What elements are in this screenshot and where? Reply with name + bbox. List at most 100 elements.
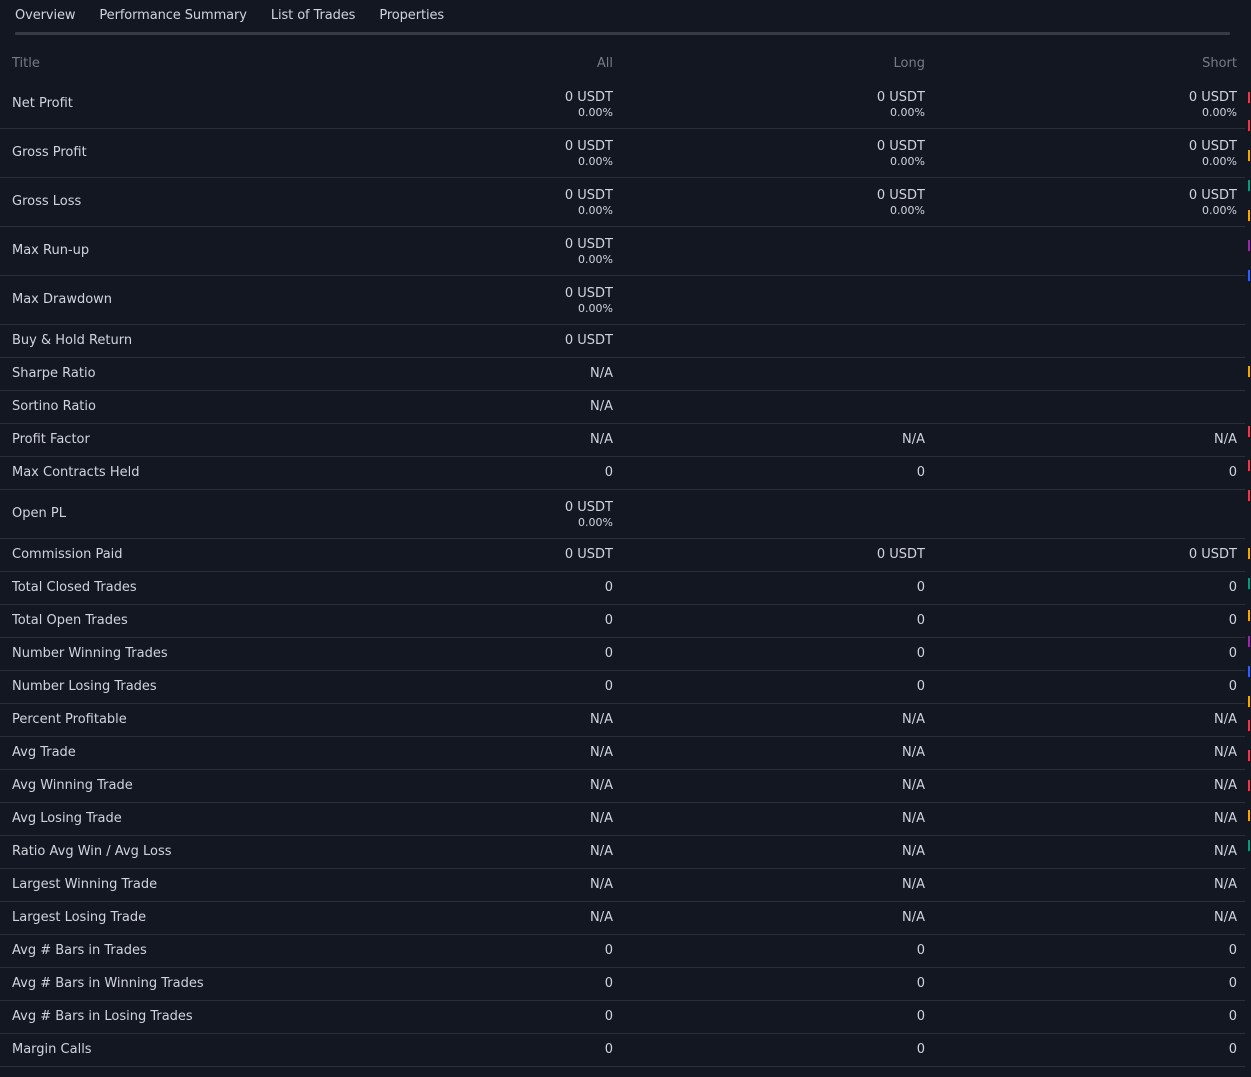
cell-all-value: 0 USDT [564, 236, 613, 252]
cell-long: 0 USDT 0.00% [725, 129, 925, 177]
row-title: Avg # Bars in Losing Trades [12, 1001, 412, 1033]
row-title: Total Closed Trades [12, 572, 412, 604]
cell-all: 0 USDT 0.00% [413, 490, 613, 538]
cell-short-value: 0 USDT [1188, 138, 1237, 154]
cell-all: N/A [413, 902, 613, 934]
cell-short-value: 0 USDT [1188, 89, 1237, 105]
header-all-label: All [596, 56, 613, 71]
cell-short [1037, 227, 1237, 275]
cell-short-value: 0 USDT [1188, 187, 1237, 203]
tab-list-of-trades[interactable]: List of Trades [271, 8, 356, 23]
table-row: Gross Loss 0 USDT 0.00% 0 USDT 0.00% 0 USDT 0.… [0, 178, 1245, 227]
cell-short: 0 [1037, 605, 1237, 637]
cell-long-value: 0 [916, 1009, 925, 1024]
header-long-label: Long [893, 56, 925, 71]
cell-long: N/A [725, 704, 925, 736]
cell-all-percent: 0.00% [578, 203, 613, 217]
edge-marker [1248, 92, 1250, 103]
cell-short: 0 [1037, 671, 1237, 703]
cell-long-value: 0 [916, 976, 925, 991]
cell-all: N/A [413, 391, 613, 423]
cell-all-value: 0 USDT [564, 138, 613, 154]
row-title-value: Buy & Hold Return [12, 333, 133, 348]
cell-long-value: 0 USDT [876, 547, 925, 562]
edge-marker [1248, 636, 1250, 647]
cell-all: N/A [413, 836, 613, 868]
cell-long-percent: 0.00% [890, 154, 925, 168]
header-short-label: Short [1202, 56, 1237, 71]
cell-short: N/A [1037, 770, 1237, 802]
cell-all-value: 0 [604, 1042, 613, 1057]
cell-long-value: 0 [916, 613, 925, 628]
tab-performance-summary[interactable]: Performance Summary [99, 8, 248, 35]
cell-long: 0 [725, 457, 925, 489]
cell-long [725, 391, 925, 423]
cell-short: 0 [1037, 968, 1237, 1000]
row-title: Profit Factor [12, 424, 412, 456]
row-title-value: Avg Losing Trade [12, 811, 122, 826]
cell-long: N/A [725, 836, 925, 868]
cell-all-value: N/A [590, 910, 613, 925]
row-title-value: Sharpe Ratio [12, 366, 96, 381]
cell-long-value: N/A [902, 877, 925, 892]
cell-long: N/A [725, 737, 925, 769]
edge-marker [1248, 460, 1250, 471]
header-short: Short [1037, 48, 1237, 80]
cell-long-percent: 0.00% [890, 203, 925, 217]
header-long: Long [725, 48, 925, 80]
cell-long-value: N/A [902, 745, 925, 760]
table-row: Percent Profitable N/A N/A N/A [0, 704, 1245, 737]
row-title: Margin Calls [12, 1034, 412, 1066]
cell-long [725, 358, 925, 390]
row-title-value: Avg # Bars in Trades [12, 943, 147, 958]
edge-marker [1248, 366, 1250, 377]
tab-bar: Overview Performance Summary List of Tra… [0, 0, 1251, 36]
cell-short: 0 [1037, 638, 1237, 670]
cell-short-value: N/A [1214, 712, 1237, 727]
row-title-value: Total Open Trades [12, 613, 128, 628]
table-row: Sortino Ratio N/A [0, 391, 1245, 424]
cell-all: 0 [413, 605, 613, 637]
row-title-value: Percent Profitable [12, 712, 127, 727]
table-row: Avg Winning Trade N/A N/A N/A [0, 770, 1245, 803]
row-title-value: Avg # Bars in Losing Trades [12, 1009, 193, 1024]
tab-overview[interactable]: Overview [15, 8, 76, 23]
row-title: Number Losing Trades [12, 671, 412, 703]
cell-short-percent: 0.00% [1202, 105, 1237, 119]
cell-all-value: 0 [604, 465, 613, 480]
cell-short-value: 0 [1228, 943, 1237, 958]
cell-long-value: 0 [916, 465, 925, 480]
cell-short [1037, 325, 1237, 357]
table-row: Ratio Avg Win / Avg Loss N/A N/A N/A [0, 836, 1245, 869]
table-row: Margin Calls 0 0 0 [0, 1034, 1245, 1067]
row-title-value: Profit Factor [12, 432, 90, 447]
table-row: Gross Profit 0 USDT 0.00% 0 USDT 0.00% 0 USDT… [0, 129, 1245, 178]
row-title: Percent Profitable [12, 704, 412, 736]
edge-marker [1248, 750, 1250, 761]
cell-long-value: 0 [916, 646, 925, 661]
row-title-value: Ratio Avg Win / Avg Loss [12, 844, 172, 859]
cell-all-value: 0 USDT [564, 89, 613, 105]
cell-long-value: N/A [902, 844, 925, 859]
cell-long [725, 490, 925, 538]
table-row: Profit Factor N/A N/A N/A [0, 424, 1245, 457]
cell-all-percent: 0.00% [578, 154, 613, 168]
cell-short-value: 0 USDT [1188, 547, 1237, 562]
row-title: Total Open Trades [12, 605, 412, 637]
cell-long: 0 [725, 671, 925, 703]
cell-all: 0 [413, 572, 613, 604]
cell-all-value: N/A [590, 778, 613, 793]
tab-properties[interactable]: Properties [379, 8, 444, 23]
cell-short-value: 0 [1228, 646, 1237, 661]
cell-all-percent: 0.00% [578, 515, 613, 529]
row-title-value: Gross Loss [12, 194, 82, 209]
cell-short: 0 [1037, 1001, 1237, 1033]
cell-long: 0 [725, 638, 925, 670]
cell-all: 0 [413, 968, 613, 1000]
table-row: Max Contracts Held 0 0 0 [0, 457, 1245, 490]
cell-all: 0 [413, 935, 613, 967]
cell-short [1037, 358, 1237, 390]
row-title: Number Winning Trades [12, 638, 412, 670]
cell-long: N/A [725, 803, 925, 835]
cell-all: 0 USDT 0.00% [413, 129, 613, 177]
